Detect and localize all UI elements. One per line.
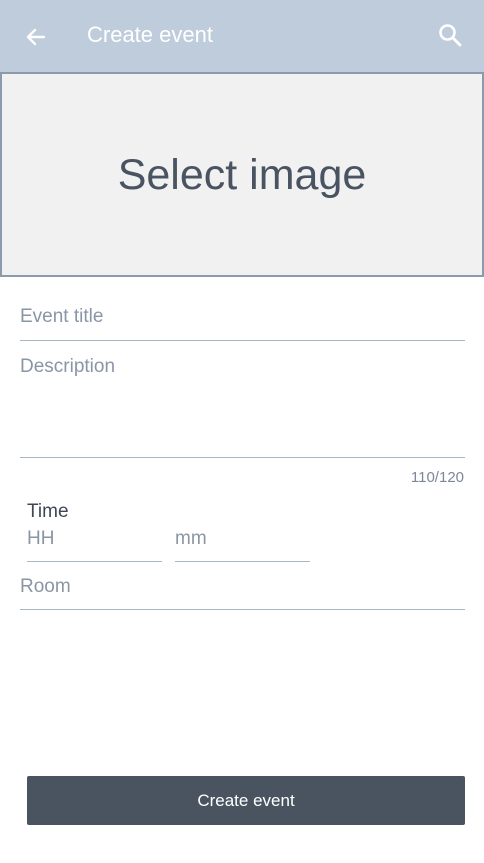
description-input[interactable]: Description — [20, 351, 465, 458]
arrow-left-icon — [26, 28, 46, 46]
back-button[interactable] — [14, 17, 58, 57]
room-input[interactable]: Room — [20, 572, 465, 610]
page-title: Create event — [87, 22, 213, 47]
app-bar: Create event — [0, 0, 484, 74]
hours-input[interactable]: HH — [27, 524, 162, 562]
minutes-input[interactable]: mm — [175, 524, 310, 562]
create-event-button[interactable]: Create event — [27, 776, 465, 825]
event-title-input[interactable]: Event title — [20, 300, 465, 341]
search-button[interactable] — [430, 15, 470, 55]
room-placeholder: Room — [20, 576, 71, 597]
select-image-label: Select image — [117, 150, 367, 199]
select-image-button[interactable]: Select image — [0, 74, 484, 277]
hours-placeholder: HH — [27, 528, 55, 549]
time-label: Time — [27, 501, 69, 522]
minutes-placeholder: mm — [175, 528, 207, 549]
description-placeholder: Description — [20, 356, 116, 377]
search-icon — [439, 24, 462, 47]
description-char-counter: 110/120 — [410, 469, 464, 486]
event-title-placeholder: Event title — [20, 306, 104, 327]
